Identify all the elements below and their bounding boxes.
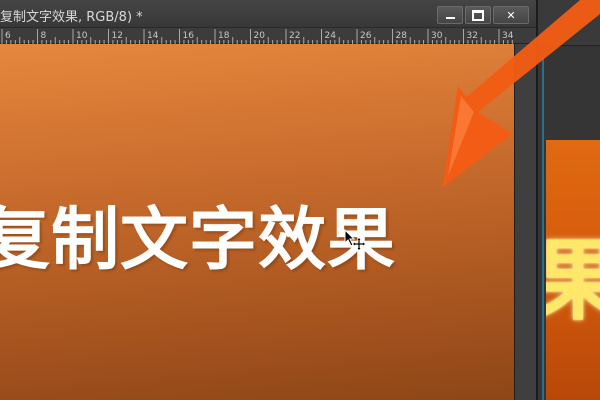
arrow-shaft xyxy=(456,0,600,120)
annotation-arrow xyxy=(442,0,600,188)
move-cursor-icon xyxy=(344,229,365,250)
